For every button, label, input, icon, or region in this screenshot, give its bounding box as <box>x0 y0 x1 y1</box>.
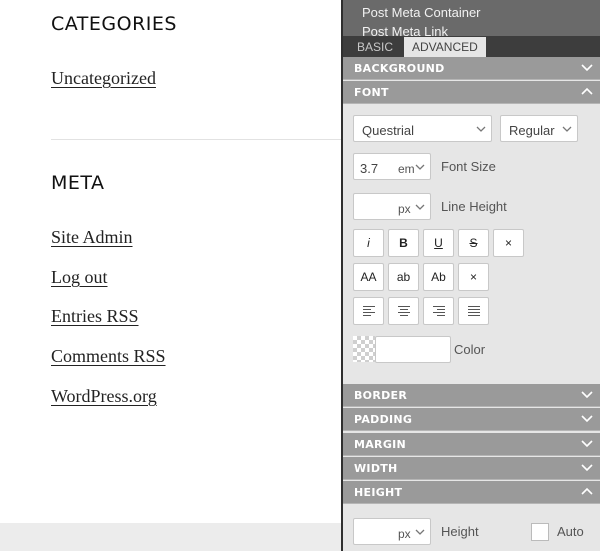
meta-link-log-out[interactable]: Log out <box>51 267 108 288</box>
font-family-value: Questrial <box>362 123 415 138</box>
chevron-down-icon <box>581 415 593 423</box>
meta-link-site-admin[interactable]: Site Admin <box>51 227 133 248</box>
chevron-down-icon <box>562 126 572 132</box>
chevron-down-icon <box>415 204 425 210</box>
site-sidebar: CATEGORIES Uncategorized META Site Admin… <box>0 0 341 551</box>
section-font-label: FONT <box>354 86 389 99</box>
chevron-down-icon <box>581 464 593 472</box>
tab-bar: BASIC ADVANCED <box>343 36 600 57</box>
chevron-down-icon <box>581 391 593 399</box>
section-margin[interactable]: MARGIN <box>343 433 600 456</box>
line-height-unit[interactable]: px <box>398 202 411 216</box>
bold-button[interactable]: B <box>388 229 419 257</box>
strikethrough-button[interactable]: S <box>458 229 489 257</box>
section-margin-label: MARGIN <box>354 438 407 451</box>
chevron-down-icon <box>581 64 593 72</box>
font-family-select[interactable]: Questrial <box>353 115 492 142</box>
underline-button[interactable]: U <box>423 229 454 257</box>
breadcrumb-item-post-meta-container[interactable]: Post Meta Container <box>362 5 481 20</box>
clear-decoration-button[interactable]: × <box>493 229 524 257</box>
color-label: Color <box>454 342 486 357</box>
align-justify-button[interactable] <box>458 297 489 325</box>
tab-basic[interactable]: BASIC <box>349 37 401 57</box>
section-height-label: HEIGHT <box>354 486 403 499</box>
selector-breadcrumb: Post Meta Container Post Meta Link <box>343 0 600 36</box>
tab-advanced[interactable]: ADVANCED <box>404 37 486 57</box>
height-auto-checkbox[interactable] <box>531 523 549 541</box>
chevron-down-icon <box>415 529 425 535</box>
align-right-icon <box>432 306 445 316</box>
section-background[interactable]: BACKGROUND <box>343 57 600 80</box>
font-size-value: 3.7 <box>360 161 379 176</box>
height-input[interactable]: px <box>353 518 431 545</box>
chevron-down-icon <box>581 440 593 448</box>
clear-transform-button[interactable]: × <box>458 263 489 291</box>
font-weight-value: Regular <box>509 123 555 138</box>
height-label: Height <box>441 524 479 539</box>
align-right-button[interactable] <box>423 297 454 325</box>
widget-divider <box>51 139 341 140</box>
align-left-button[interactable] <box>353 297 384 325</box>
capitalize-button[interactable]: Ab <box>423 263 454 291</box>
meta-title: META <box>51 172 105 194</box>
lowercase-button[interactable]: ab <box>388 263 419 291</box>
section-padding-label: PADDING <box>354 413 413 426</box>
section-width[interactable]: WIDTH <box>343 457 600 480</box>
font-size-label: Font Size <box>441 159 496 174</box>
align-justify-icon <box>467 306 480 316</box>
categories-title: CATEGORIES <box>51 13 177 35</box>
section-border-label: BORDER <box>354 389 408 402</box>
style-editor-panel: Post Meta Container Post Meta Link BASIC… <box>341 0 600 551</box>
uppercase-button[interactable]: AA <box>353 263 384 291</box>
font-weight-select[interactable]: Regular <box>500 115 578 142</box>
meta-link-comments-rss[interactable]: Comments RSS <box>51 346 166 367</box>
meta-link-wordpress-org[interactable]: WordPress.org <box>51 386 157 407</box>
chevron-up-icon <box>581 487 593 495</box>
section-font[interactable]: FONT <box>343 81 600 104</box>
line-height-label: Line Height <box>441 199 507 214</box>
height-unit[interactable]: px <box>398 527 411 541</box>
align-center-icon <box>397 306 410 316</box>
height-auto-label: Auto <box>557 524 584 539</box>
footer-strip <box>0 523 341 551</box>
section-height[interactable]: HEIGHT <box>343 481 600 504</box>
chevron-down-icon <box>415 164 425 170</box>
section-background-label: BACKGROUND <box>354 62 445 75</box>
align-left-icon <box>362 306 375 316</box>
align-center-button[interactable] <box>388 297 419 325</box>
color-swatch[interactable] <box>353 336 375 362</box>
color-input[interactable] <box>375 336 451 363</box>
section-padding[interactable]: PADDING <box>343 408 600 431</box>
breadcrumb-item-post-meta-link[interactable]: Post Meta Link <box>362 24 448 36</box>
meta-link-entries-rss[interactable]: Entries RSS <box>51 306 139 327</box>
chevron-down-icon <box>476 126 486 132</box>
font-size-unit[interactable]: em <box>398 162 415 176</box>
line-height-input[interactable]: px <box>353 193 431 220</box>
section-width-label: WIDTH <box>354 462 398 475</box>
chevron-up-icon <box>581 87 593 95</box>
category-link-uncategorized[interactable]: Uncategorized <box>51 68 156 89</box>
section-border[interactable]: BORDER <box>343 384 600 407</box>
italic-button[interactable]: i <box>353 229 384 257</box>
font-size-input[interactable]: 3.7 em <box>353 153 431 180</box>
